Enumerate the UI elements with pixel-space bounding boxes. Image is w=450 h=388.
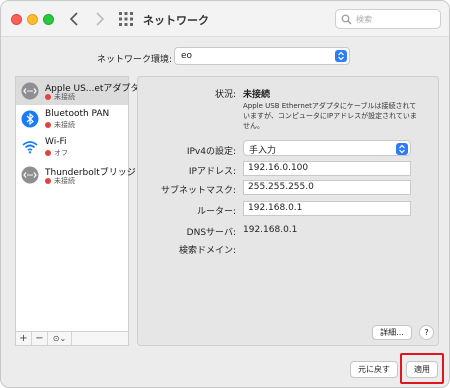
- service-status: オフ: [54, 149, 68, 157]
- ipv4-config-label: IPv4の設定:: [186, 147, 236, 157]
- status-value: 未接続: [243, 90, 271, 100]
- show-all-button[interactable]: [118, 11, 134, 27]
- ethernet-icon: [21, 82, 39, 100]
- search-icon: [341, 14, 352, 25]
- service-status: 未接続: [54, 177, 75, 185]
- location-label: ネットワーク環境:: [97, 55, 173, 65]
- service-list: Apple US...etアダプタ 未接続 Bluetooth PAN 未接続 …: [15, 76, 139, 346]
- minimize-window-button[interactable]: [27, 14, 38, 25]
- updown-chevron-icon: [335, 50, 347, 62]
- apply-button[interactable]: 適用: [406, 361, 438, 378]
- help-button[interactable]: ?: [419, 325, 434, 340]
- service-name: Wi-Fi: [45, 137, 67, 147]
- service-name: Bluetooth PAN: [45, 109, 110, 119]
- ipv4-config-value: 手入力: [249, 146, 277, 156]
- location-value: eo: [181, 51, 193, 61]
- dns-server-value: 192.168.0.1: [243, 225, 298, 235]
- add-service-button[interactable]: +: [16, 332, 32, 345]
- chevron-left-icon: [69, 12, 78, 26]
- service-item-bluetooth-pan[interactable]: Bluetooth PAN 未接続: [16, 105, 128, 133]
- status-label: 状況:: [214, 90, 236, 100]
- router-field[interactable]: 192.168.0.1: [243, 201, 411, 216]
- wifi-icon: [22, 141, 38, 154]
- title-bar: ネットワーク: [1, 1, 449, 37]
- search-field[interactable]: [335, 9, 441, 29]
- advanced-button[interactable]: 詳細...: [372, 325, 412, 340]
- dns-server-label: DNSサーバ:: [186, 228, 236, 238]
- service-item-usb-ethernet[interactable]: Apple US...etアダプタ 未接続: [16, 77, 139, 105]
- status-dot: [45, 122, 51, 128]
- chevron-right-icon: [96, 12, 105, 26]
- subnet-mask-label: サブネットマスク:: [160, 186, 236, 196]
- ipv4-config-select[interactable]: 手入力: [243, 140, 411, 156]
- zoom-window-button[interactable]: [43, 14, 54, 25]
- bluetooth-icon: [21, 110, 39, 128]
- network-preferences-window: ネットワーク ネットワーク環境: eo Apple US...etアダプタ 未接…: [0, 0, 450, 388]
- status-dot: [45, 94, 51, 100]
- service-list-toolbar: + − ⊙⌄: [15, 331, 129, 346]
- forward-button[interactable]: [89, 9, 109, 29]
- search-domain-label: 検索ドメイン:: [178, 246, 236, 256]
- service-item-thunderbolt-bridge[interactable]: Thunderboltブリッジ 未接続: [16, 161, 136, 189]
- service-status: 未接続: [54, 93, 75, 101]
- status-description: Apple USB Ethernetアダプタにケーブルは接続されていますが、コン…: [243, 102, 417, 130]
- action-menu-button[interactable]: ⊙⌄: [48, 332, 72, 345]
- router-label: ルーター:: [196, 207, 236, 217]
- service-item-wifi[interactable]: Wi-Fi オフ: [16, 133, 128, 161]
- apply-highlight-box: 適用: [400, 353, 444, 384]
- close-window-button[interactable]: [11, 14, 22, 25]
- revert-button[interactable]: 元に戻す: [350, 361, 398, 378]
- ip-address-label: IPアドレス:: [188, 167, 236, 177]
- subnet-mask-field[interactable]: 255.255.255.0: [243, 180, 411, 195]
- updown-chevron-icon: [396, 143, 408, 155]
- location-select[interactable]: eo: [174, 47, 350, 65]
- ethernet-icon: [21, 166, 39, 184]
- ip-address-field[interactable]: 192.16.0.100: [243, 161, 411, 176]
- service-status: 未接続: [54, 121, 75, 129]
- window-title: ネットワーク: [143, 14, 209, 27]
- status-dot: [45, 178, 51, 184]
- grid-icon: [119, 12, 133, 26]
- back-button[interactable]: [65, 9, 85, 29]
- remove-service-button[interactable]: −: [32, 332, 48, 345]
- search-input[interactable]: [356, 13, 436, 26]
- service-detail-panel: 状況: 未接続 Apple USB Ethernetアダプタにケーブルは接続され…: [137, 76, 439, 346]
- status-dot: [45, 150, 51, 156]
